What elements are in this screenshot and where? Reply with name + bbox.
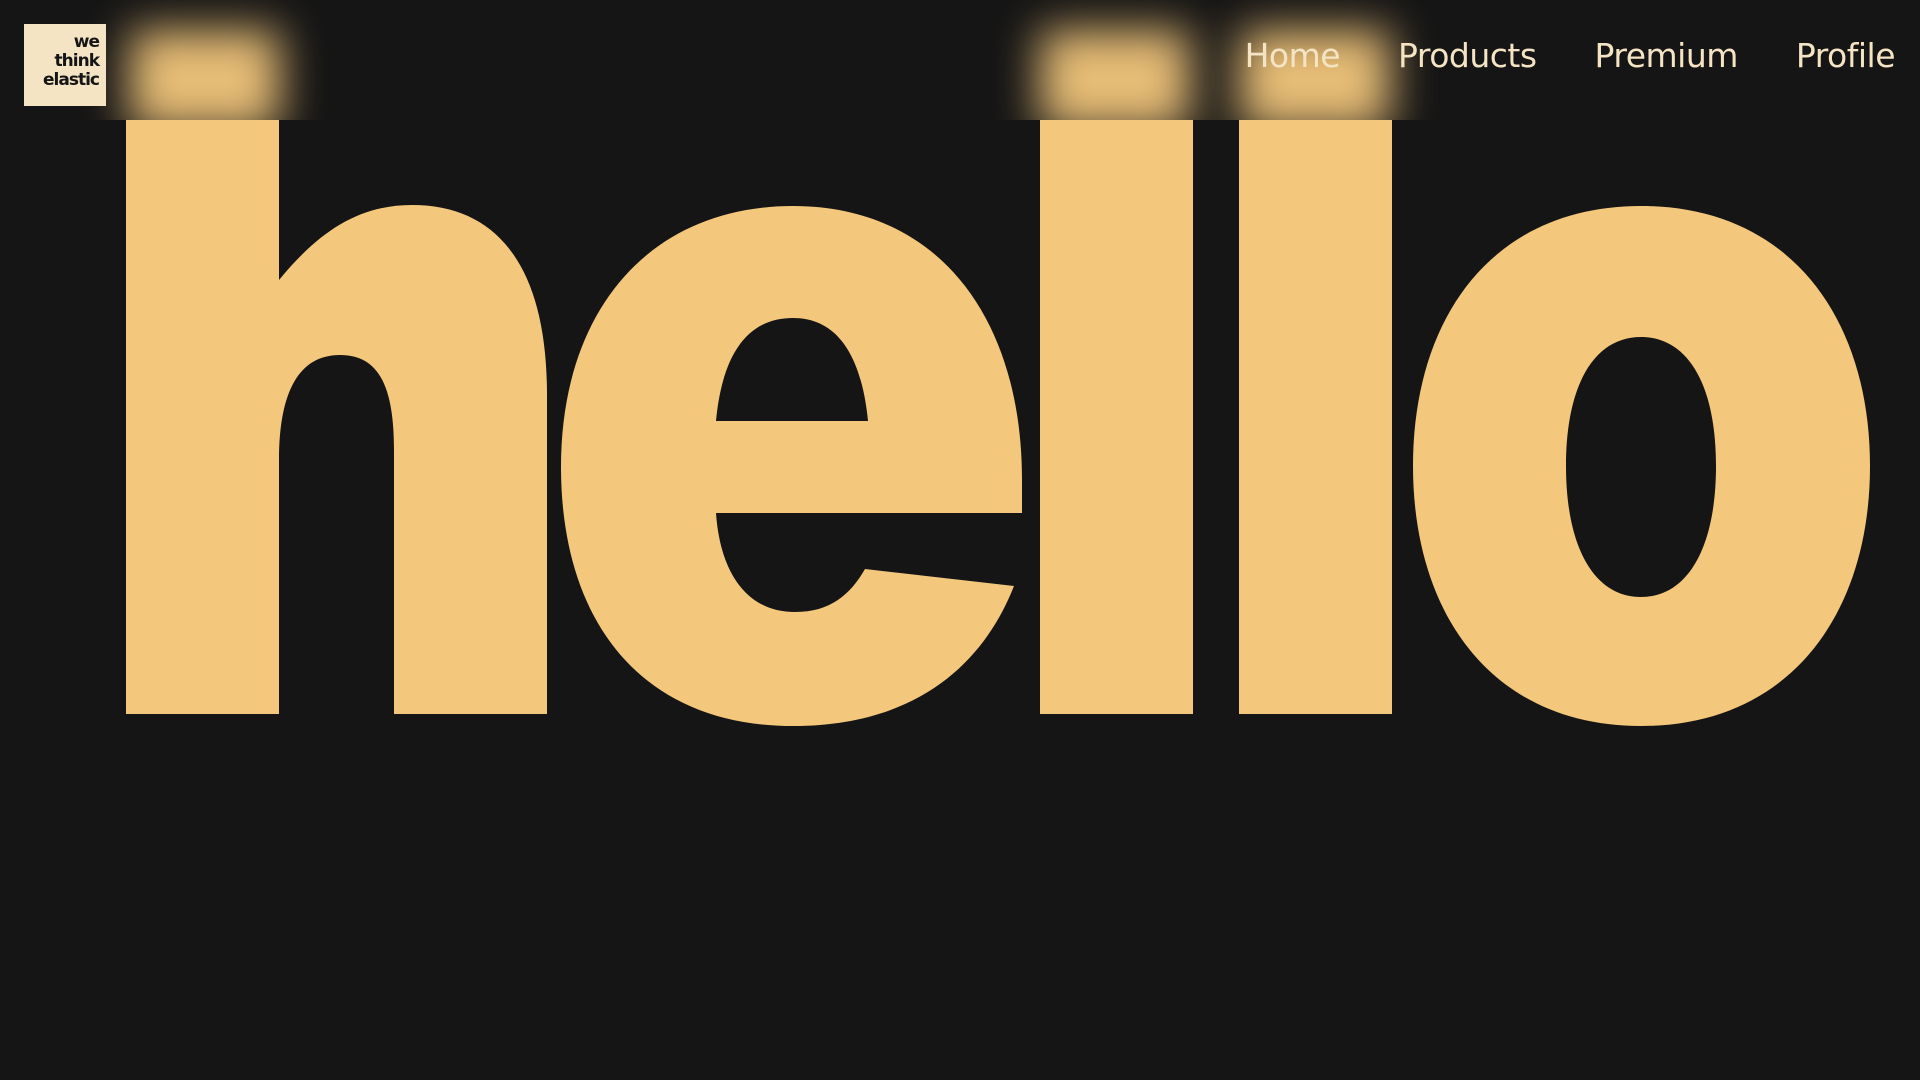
next-section-peek [820, 1070, 1020, 1080]
hero-letter-e [561, 206, 1022, 726]
hero-word [126, 120, 1870, 726]
hero [0, 120, 1920, 1080]
hero-letter-o [1413, 206, 1870, 726]
header: we think elastic Home Products Premium P… [0, 0, 1920, 120]
logo-line-3: elastic [43, 70, 100, 90]
nav-item-profile[interactable]: Profile [1796, 36, 1896, 75]
logo-line-1: we [73, 32, 100, 52]
nav-item-premium[interactable]: Premium [1595, 36, 1739, 75]
page: we think elastic Home Products Premium P… [0, 0, 1920, 1080]
hero-letter-h [126, 120, 547, 714]
logo[interactable]: we think elastic [24, 24, 106, 106]
hero-letter-l1 [1040, 120, 1193, 714]
hero-letter-l2 [1239, 120, 1392, 714]
nav-item-home[interactable]: Home [1245, 36, 1341, 75]
main-nav: Home Products Premium Profile [1245, 36, 1896, 75]
logo-line-2: think [54, 51, 100, 71]
nav-item-products[interactable]: Products [1398, 36, 1537, 75]
